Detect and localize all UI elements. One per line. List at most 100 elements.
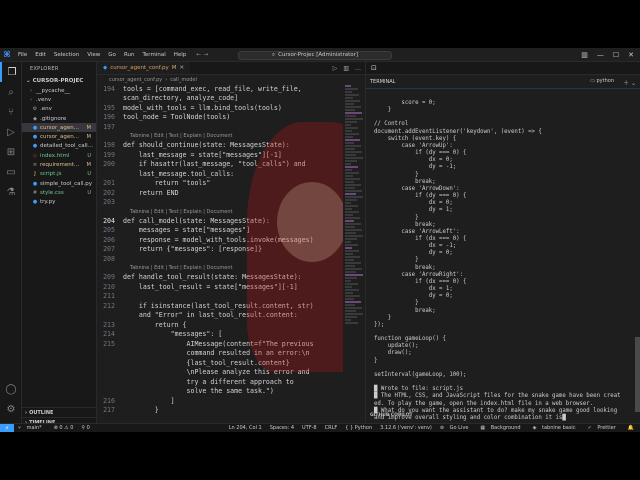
go-live[interactable]: ⊚ Go Live [440,425,473,431]
menu-go[interactable]: Go [104,52,120,58]
minimap-line [345,142,354,144]
file-tree-item[interactable]: ● try.py [22,198,96,207]
more-icon[interactable]: … [355,65,361,72]
eol[interactable]: CRLF [325,425,338,431]
run-icon[interactable]: ▷ [333,65,338,72]
project-folder[interactable]: ⌄ CURSOR-PROJEC [22,76,96,86]
bell-icon[interactable]: 🔔 [628,425,634,431]
file-tree: › __pycache__ › .venv ⚙ .env ◆ .gitignore ● curso… [22,86,96,207]
menu-view[interactable]: View [83,52,104,58]
code-area[interactable]: 194 tools = [command_exec, read_file, wri… [97,84,365,415]
minimap-line [345,139,360,141]
ports[interactable]: ⚲ 0 [81,425,89,431]
file-tree-label: cursor_agen... [40,134,79,141]
minimap-line [345,85,351,87]
minimap-line [345,148,355,150]
file-tree-item[interactable]: ⚙ .env [22,105,96,114]
file-tree-item[interactable]: › __pycache__ [22,86,96,95]
code-text: return { [123,320,187,329]
terminal-panel: ⊡ TERMINAL ▭ python ＋ ⌄ score = 0; } // … [365,62,640,423]
breadcrumb-file[interactable]: cursor_agent_conf.py [109,77,162,83]
cursor-position[interactable]: Ln 204, Col 1 [229,425,262,431]
minimap-line [345,190,362,192]
extensions-icon[interactable]: ⊞ [0,142,22,162]
explorer-header: EXPLORER [30,66,59,72]
maximize-icon[interactable]: ☐ [613,51,619,59]
menu-run[interactable]: Run [120,52,139,58]
search-icon[interactable]: ⌕ [0,82,22,102]
encoding[interactable]: UTF-8 [302,425,317,431]
problems[interactable]: ⊗ 0 ⚠ 0 [54,425,74,431]
indentation[interactable]: Spaces: 4 [270,425,294,431]
file-tree-item[interactable]: Jscript.js U [22,170,96,179]
outline-section[interactable]: › OUTLINE [22,407,97,417]
chevron-right-icon: › [165,76,168,83]
terminal-output[interactable]: score = 0; } // Control document.addEven… [374,100,636,422]
shell-label[interactable]: ▭ python [590,78,614,84]
code-lens[interactable]: Tabnine | Edit | Test | Explain | Docume… [97,207,365,216]
code-lens[interactable]: Tabnine | Edit | Test | Explain | Docume… [97,132,365,141]
minimap-line [345,289,359,291]
account-icon[interactable]: ◯ [0,379,22,399]
code-line: 207 return {"messages": [response]} [97,245,365,255]
background[interactable]: ▦ Background [480,425,524,431]
shell-name: python [596,78,615,84]
terminal-actions-icon[interactable]: ＋ ⌄ [623,78,636,87]
language-mode[interactable]: { } Python [345,425,372,431]
terminal-title[interactable]: TERMINAL [370,79,395,85]
code-lens[interactable]: Tabnine | Edit | Test | Explain | Docume… [97,264,365,273]
breadcrumb-symbol[interactable]: call_model [170,77,197,83]
minimap-line [345,100,360,102]
tab-cursor-agent-conf[interactable]: ◆ cursor_agent_conf.py M ✕ [97,62,191,74]
terminal-scrollbar[interactable] [635,337,640,412]
layout-icon[interactable]: ▥ [581,51,588,59]
tabnine[interactable]: ◈ tabnine basic [533,425,580,431]
vscode-window: ⌘ File Edit Selection View Go Run Termin… [0,48,640,432]
copilot-label[interactable]: GITHUB COPILOT [370,413,413,418]
prettier[interactable]: ✓ Prettier [588,425,620,431]
file-tree-item[interactable]: ◇ index.html U [22,151,96,160]
remote-explorer-icon[interactable]: ▭ [0,162,22,182]
minimap[interactable] [343,84,365,423]
file-tree-item[interactable]: ● cursor_agen... M [22,132,96,141]
file-tree-item[interactable]: # style.css U [22,188,96,197]
gear-icon[interactable]: ⚙ [0,399,22,419]
testing-icon[interactable]: ⚗ [0,182,22,202]
split-editor-icon[interactable]: ▥ [343,65,349,72]
file-tree-item[interactable]: ● cursor_agen... M [22,123,96,133]
minimap-line [345,202,351,204]
close-icon[interactable]: ✕ [628,51,634,59]
remote-icon[interactable]: ⚡ [0,423,14,432]
source-control-icon[interactable]: ⑂ [0,102,22,122]
menu-edit[interactable]: Edit [31,52,50,58]
tab-status: M [171,65,177,71]
file-tree-item[interactable]: ≡ requirement... M [22,160,96,169]
python-interpreter[interactable]: 3.12.6 ('venv': venv) [380,425,432,431]
branch[interactable]: ⑂ main* [18,425,46,431]
code-line: 196 tool_node = ToolNode(tools) [97,113,365,123]
menu-file[interactable]: File [14,52,31,58]
close-icon[interactable]: ✕ [180,65,185,71]
menu-selection[interactable]: Selection [50,52,83,58]
minimap-line [345,244,358,246]
file-tree-item[interactable]: ● simple_tool_call.py [22,179,96,188]
code-line: 200 if hasattr(last_message, "tool_calls… [97,160,365,170]
file-tree-item[interactable]: › .venv [22,95,96,104]
nav-arrows-icon[interactable]: ← → [196,51,208,58]
code-text: try a different approach to [123,377,294,386]
file-tree-item[interactable]: ● detailed_tool_call... [22,142,96,151]
menu-terminal[interactable]: Terminal [138,52,169,58]
file-tree-label: __pycache__ [36,87,71,94]
code-text: if hasattr(last_message, "tool_calls") a… [123,160,306,169]
file-tree-item[interactable]: ◆ .gitignore [22,114,96,123]
menu-help[interactable]: Help [170,52,191,58]
command-center-search[interactable]: ⌕ Cursor-Projec [Administrator] [238,50,392,60]
python-icon: ● [32,199,38,206]
minimize-icon[interactable]: — [597,51,604,59]
minimap-line [345,121,357,123]
minimap-line [345,115,356,117]
run-debug-icon[interactable]: ▷ [0,122,22,142]
minimap-line [345,106,361,108]
line-number: 213 [103,320,115,329]
explorer-icon[interactable]: ❐ [0,62,22,82]
